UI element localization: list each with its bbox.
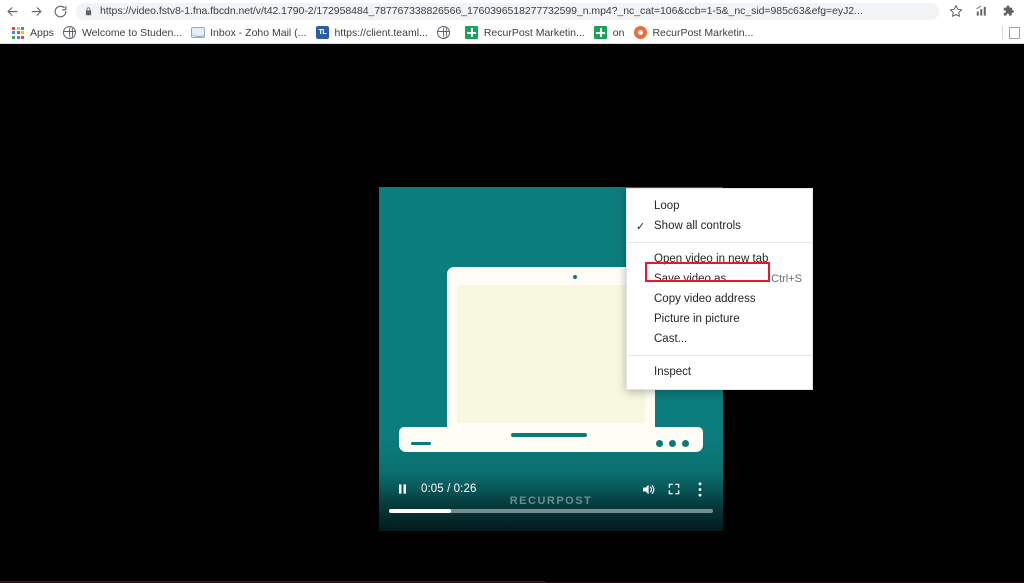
context-menu-group-2: Open video in new tab Save video as... C… (627, 247, 812, 351)
bookmark-welcome-to-students[interactable]: Welcome to Studen... (60, 24, 188, 42)
forward-icon[interactable] (24, 0, 48, 22)
webcam-dot-icon (573, 275, 577, 279)
page-content: 0:05 / 0:26 RECURPOST Loop ✓ Show all co… (0, 44, 1024, 583)
menu-item-picture-in-picture[interactable]: Picture in picture (627, 309, 812, 329)
video-context-menu[interactable]: Loop ✓ Show all controls Open video in n… (626, 188, 813, 390)
bookmark-unnamed-globe[interactable] (434, 24, 462, 42)
bookmark-label: Welcome to Studen... (81, 26, 183, 39)
menu-item-cast[interactable]: Cast... (627, 329, 812, 349)
globe-icon (436, 25, 451, 40)
video-progress-bar[interactable] (389, 509, 713, 513)
divider (1002, 26, 1003, 40)
menu-item-copy-video-address[interactable]: Copy video address (627, 289, 812, 309)
menu-item-label: Loop (654, 200, 680, 212)
bookmark-label: RecurPost Marketin... (483, 26, 585, 39)
address-bar[interactable]: https://video.fstv8-1.fna.fbcdn.net/v/t4… (76, 2, 939, 20)
bookmark-label: Inbox - Zoho Mail (... (210, 26, 307, 39)
bookmarks-overflow[interactable] (994, 22, 1024, 44)
bookmarks-bar: Apps Welcome to Studen... Inbox - Zoho M… (0, 22, 1024, 44)
menu-item-save-video-as[interactable]: Save video as... Ctrl+S (627, 269, 812, 289)
browser-toolbar: https://video.fstv8-1.fna.fbcdn.net/v/t4… (0, 0, 1024, 22)
laptop-base-dash (411, 442, 431, 445)
lock-icon (84, 6, 93, 17)
reload-icon[interactable] (48, 0, 72, 22)
recurpost-icon (465, 26, 479, 40)
bookmark-label: Apps (30, 26, 54, 39)
bookmark-on[interactable]: on (591, 24, 631, 42)
menu-item-label: Inspect (654, 366, 692, 378)
teamlink-icon: TL (315, 26, 329, 40)
context-menu-group-1: Loop ✓ Show all controls (627, 194, 812, 238)
apps-grid-icon (11, 26, 25, 40)
teamlink-badge-text: TL (315, 26, 329, 39)
screenshot-root: https://video.fstv8-1.fna.fbcdn.net/v/t4… (0, 0, 1024, 583)
video-time-display: 0:05 / 0:26 (421, 483, 477, 495)
video-progress-fill (389, 509, 451, 513)
menu-item-label: Open video in new tab (654, 253, 769, 265)
menu-item-label: Save video as... (654, 273, 736, 285)
menu-separator (627, 242, 812, 243)
laptop-lid (447, 267, 655, 431)
analytics-icon[interactable] (969, 0, 995, 22)
reading-list-icon[interactable] (1009, 27, 1020, 39)
gear-orange-icon (633, 26, 647, 40)
laptop-base-dots (656, 440, 689, 447)
zoho-mail-icon (191, 26, 206, 40)
menu-item-label: Picture in picture (654, 313, 740, 325)
menu-item-shortcut: Ctrl+S (771, 273, 802, 285)
menu-item-label: Show all controls (654, 220, 741, 232)
checkmark-icon: ✓ (636, 220, 646, 233)
laptop-screen (457, 285, 645, 423)
menu-item-show-all-controls[interactable]: ✓ Show all controls (627, 216, 812, 236)
bookmark-star-icon[interactable] (943, 0, 969, 22)
menu-item-label: Copy video address (654, 293, 756, 305)
back-icon[interactable] (0, 0, 24, 22)
globe-icon (63, 25, 77, 40)
url-text[interactable]: https://video.fstv8-1.fna.fbcdn.net/v/t4… (100, 3, 863, 20)
menu-item-label: Cast... (654, 333, 688, 345)
browser-chrome: https://video.fstv8-1.fna.fbcdn.net/v/t4… (0, 0, 1024, 44)
video-controls: 0:05 / 0:26 RECURPOST (379, 471, 723, 531)
toolbar-actions (943, 0, 1024, 22)
video-watermark: RECURPOST (509, 495, 593, 507)
recurpost-icon (594, 26, 608, 40)
bookmark-recurpost-marketing-1[interactable]: RecurPost Marketin... (462, 24, 591, 42)
bookmark-label: RecurPost Marketin... (652, 26, 754, 39)
bookmark-apps[interactable]: Apps (8, 24, 60, 42)
extensions-puzzle-icon[interactable] (995, 0, 1021, 22)
bookmark-recurpost-marketing-2[interactable]: RecurPost Marketin... (630, 24, 759, 42)
bookmark-label: https://client.teaml... (334, 26, 428, 39)
bookmark-client-teamlink[interactable]: TL https://client.teaml... (312, 24, 433, 42)
menu-item-inspect[interactable]: Inspect (627, 362, 812, 382)
context-menu-group-3: Inspect (627, 360, 812, 384)
laptop-hinge-line (511, 433, 587, 437)
menu-item-loop[interactable]: Loop (627, 196, 812, 216)
menu-item-open-video-in-new-tab[interactable]: Open video in new tab (627, 249, 812, 269)
bookmark-zoho-mail[interactable]: Inbox - Zoho Mail (... (188, 24, 312, 42)
menu-separator (627, 355, 812, 356)
bookmark-label: on (612, 26, 625, 39)
